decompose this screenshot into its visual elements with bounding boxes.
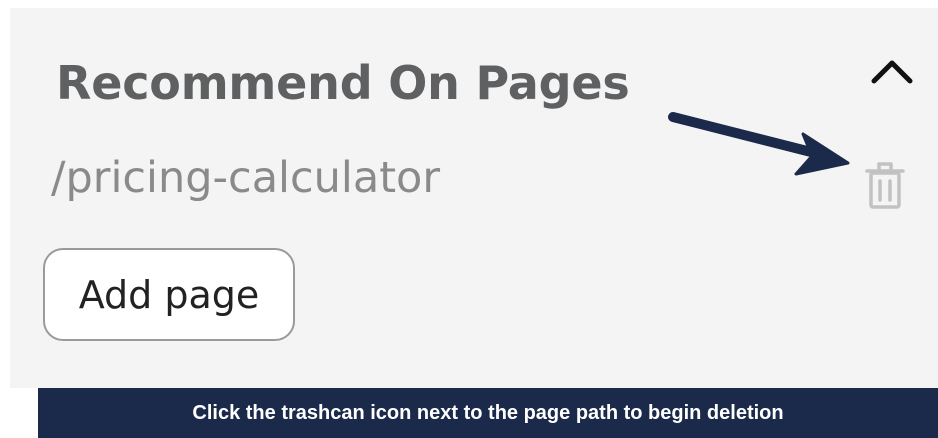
trash-icon (865, 162, 905, 209)
add-page-button[interactable]: Add page (43, 248, 295, 341)
collapse-toggle[interactable] (870, 56, 914, 86)
screenshot-frame: Recommend On Pages /pricing-calculator A… (0, 0, 938, 438)
chevron-up-icon (871, 60, 913, 84)
page-path: /pricing-calculator (51, 153, 441, 203)
recommend-on-pages-panel: Recommend On Pages /pricing-calculator A… (10, 8, 938, 388)
delete-page-button[interactable] (858, 158, 912, 212)
caption-bar: Click the trashcan icon next to the page… (38, 388, 938, 438)
caption-text: Click the trashcan icon next to the page… (192, 401, 784, 424)
section-title: Recommend On Pages (56, 56, 630, 110)
